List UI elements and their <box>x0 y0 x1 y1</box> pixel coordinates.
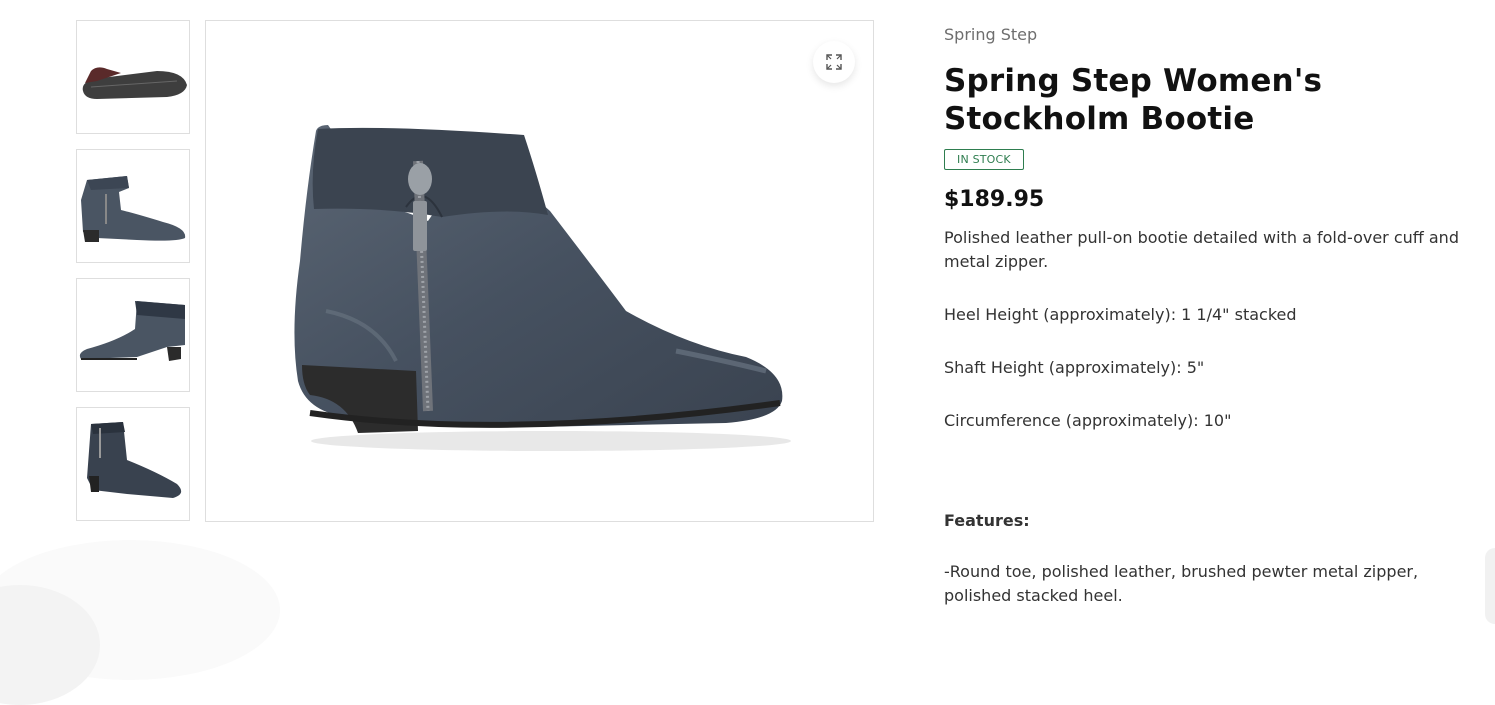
product-info: Spring Step Spring Step Women's Stockhol… <box>944 24 1459 637</box>
spec-shaft-height: Shaft Height (approximately): 5" <box>944 358 1205 377</box>
side-tab[interactable] <box>1485 548 1495 624</box>
product-title: Spring Step Women's Stockholm Bootie <box>944 63 1323 137</box>
product-vendor[interactable]: Spring Step <box>944 24 1459 46</box>
boot-angled-icon <box>87 422 182 498</box>
thumbnail-4[interactable] <box>76 407 190 521</box>
product-description: Polished leather pull-on bootie detailed… <box>944 226 1459 608</box>
expand-icon <box>826 54 842 70</box>
thumbnail-3[interactable] <box>76 278 190 392</box>
spec-circumference: Circumference (approximately): 10" <box>944 411 1232 430</box>
description-text: Polished leather pull-on bootie detailed… <box>944 228 1459 271</box>
features-heading: Features: <box>944 511 1030 530</box>
thumbnail-1[interactable] <box>76 20 190 134</box>
thumbnail-2[interactable] <box>76 149 190 263</box>
product-price: $189.95 <box>944 187 1045 212</box>
stock-badge: IN STOCK <box>944 149 1024 170</box>
main-product-image[interactable] <box>205 20 874 522</box>
zoom-button[interactable] <box>813 41 855 83</box>
features-text: -Round toe, polished leather, brushed pe… <box>944 562 1419 605</box>
spec-heel-height: Heel Height (approximately): 1 1/4" stac… <box>944 305 1297 324</box>
boot-image <box>294 125 791 451</box>
boot-outer-side-icon <box>79 301 185 361</box>
boot-side-icon <box>81 176 186 242</box>
boot-sole-icon <box>82 67 187 99</box>
